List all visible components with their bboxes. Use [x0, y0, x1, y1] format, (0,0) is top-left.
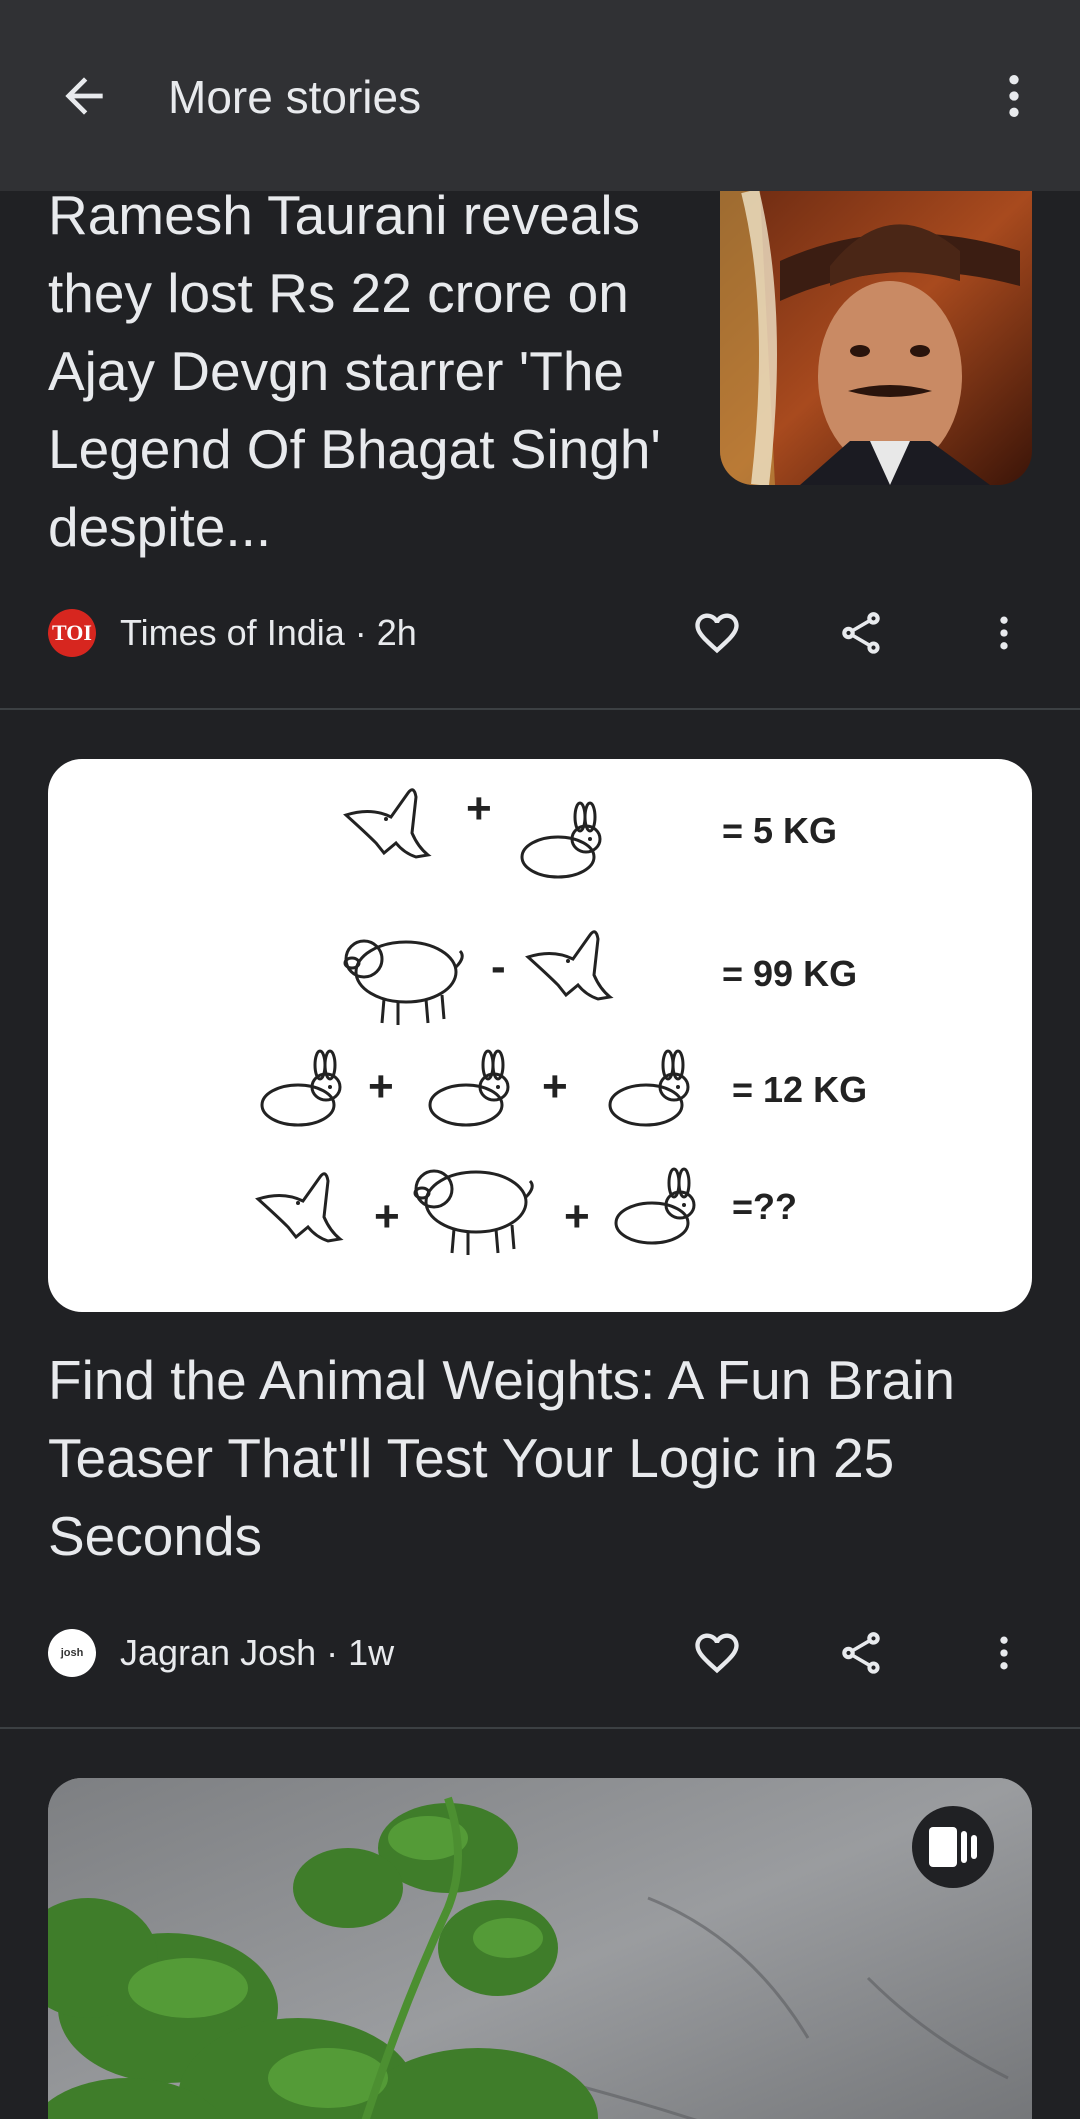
- back-button[interactable]: [48, 60, 120, 132]
- like-button[interactable]: [681, 597, 753, 669]
- puzzle-line: = 99 KG: [722, 953, 857, 994]
- more-vert-icon: [1000, 1636, 1008, 1670]
- story-source: Times of India · 2h: [120, 612, 417, 653]
- divider: [0, 1727, 1080, 1729]
- more-vert-icon: [1009, 75, 1019, 117]
- heart-outline-icon: [695, 1633, 739, 1674]
- share-icon: [842, 1632, 880, 1674]
- svg-text:+: +: [564, 1192, 590, 1241]
- svg-text:+: +: [466, 784, 492, 833]
- more-vert-icon: [1000, 616, 1008, 650]
- like-button[interactable]: [681, 1617, 753, 1689]
- story-image-puzzle[interactable]: + - + + + + = 5 KG = 99 KG = 12 KG =??: [48, 759, 1032, 1312]
- puzzle-line: =??: [732, 1186, 797, 1227]
- overflow-menu-button[interactable]: [978, 60, 1050, 132]
- story-thumbnail[interactable]: [720, 191, 1032, 485]
- story-menu-button[interactable]: [968, 597, 1040, 669]
- jagran-josh-logo: josh: [48, 1629, 96, 1677]
- story-menu-button[interactable]: [968, 1617, 1040, 1689]
- story-source-row: josh Jagran Josh · 1w: [48, 1623, 394, 1683]
- svg-text:+: +: [368, 1062, 394, 1111]
- heart-outline-icon: [695, 613, 739, 654]
- story-headline[interactable]: Ramesh Taurani reveals they lost Rs 22 c…: [48, 191, 708, 566]
- share-icon: [842, 612, 880, 654]
- story-image[interactable]: [48, 1778, 1032, 2119]
- story-feed[interactable]: Ramesh Taurani reveals they lost Rs 22 c…: [0, 191, 1080, 2119]
- page-title: More stories: [168, 71, 422, 123]
- share-button[interactable]: [825, 1617, 897, 1689]
- svg-text:-: -: [491, 942, 506, 991]
- arrow-left-icon: [65, 77, 103, 115]
- web-story-badge: [912, 1806, 994, 1888]
- top-app-bar: More stories: [0, 0, 1080, 191]
- share-button[interactable]: [825, 597, 897, 669]
- puzzle-line: = 12 KG: [732, 1069, 867, 1110]
- times-of-india-logo: TOI: [48, 609, 96, 657]
- web-story-icon: [929, 1827, 977, 1867]
- svg-text:+: +: [374, 1192, 400, 1241]
- story-headline[interactable]: Find the Animal Weights: A Fun Brain Tea…: [48, 1341, 1032, 1575]
- svg-text:+: +: [542, 1062, 568, 1111]
- story-source: Jagran Josh · 1w: [120, 1632, 395, 1673]
- story-source-row: TOI Times of India · 2h: [48, 603, 417, 663]
- puzzle-line: = 5 KG: [722, 810, 837, 851]
- divider: [0, 708, 1080, 710]
